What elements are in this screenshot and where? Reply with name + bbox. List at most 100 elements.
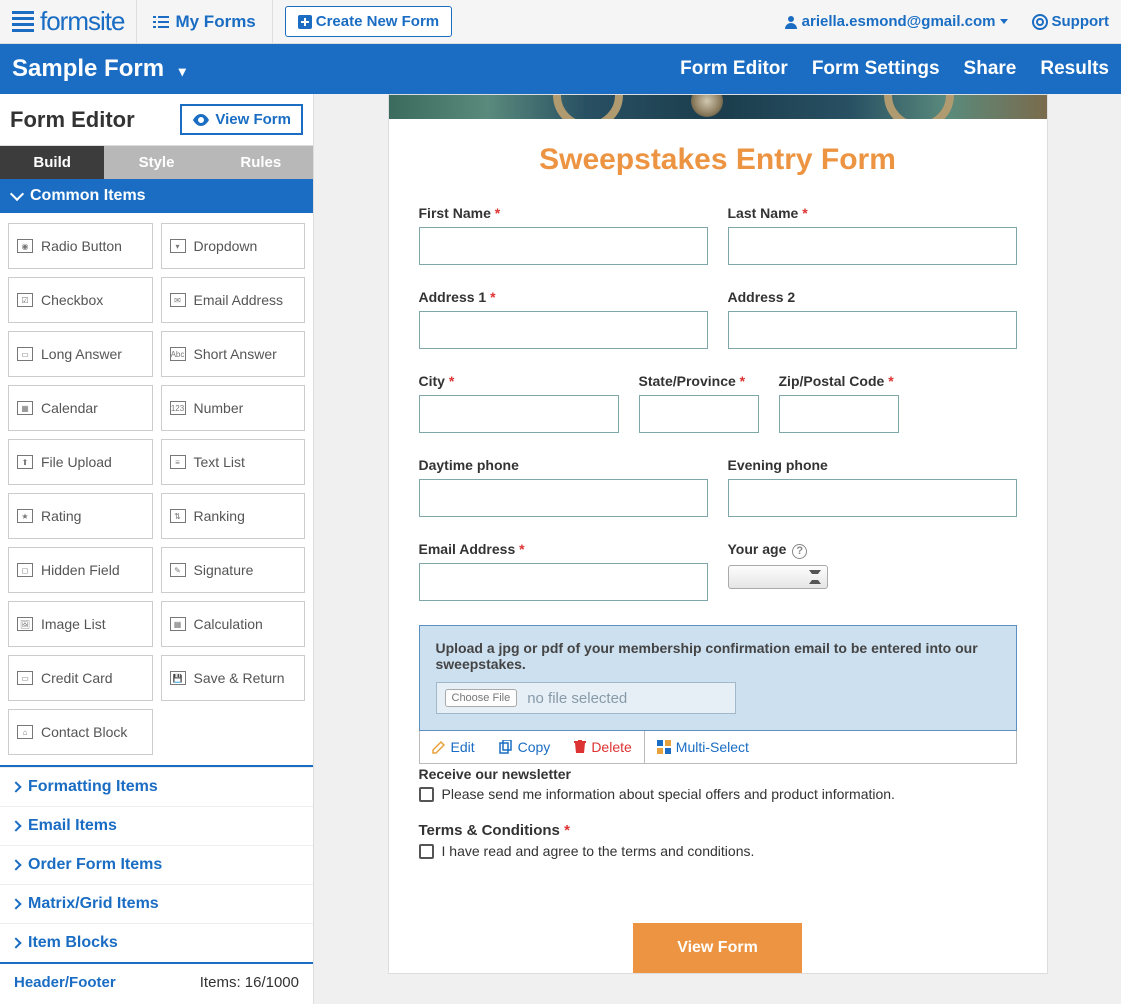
checkbox-icon[interactable] — [419, 844, 434, 859]
my-forms-label: My Forms — [175, 12, 255, 32]
field-email[interactable]: Email Address * — [419, 541, 708, 601]
field-eve-phone[interactable]: Evening phone — [728, 457, 1017, 517]
form-preview: Sweepstakes Entry Form First Name * Last… — [388, 94, 1048, 974]
palette-item-label: Dropdown — [194, 238, 258, 254]
field-age[interactable]: Your age ? — [728, 541, 1017, 601]
palette-item[interactable]: AbcShort Answer — [161, 331, 306, 377]
item-type-icon: 123 — [170, 401, 186, 415]
brand-name: formsite — [40, 6, 124, 37]
hamburger-logo-icon — [12, 11, 34, 32]
sidebar-category[interactable]: Formatting Items — [0, 767, 313, 806]
palette-item[interactable]: ★Rating — [8, 493, 153, 539]
tab-form-settings[interactable]: Form Settings — [812, 58, 940, 80]
palette-item[interactable]: ⌂Contact Block — [8, 709, 153, 755]
help-icon[interactable]: ? — [792, 544, 807, 559]
palette-item-label: Text List — [194, 454, 245, 470]
field-address2[interactable]: Address 2 — [728, 289, 1017, 349]
item-type-icon: 🖼 — [17, 617, 33, 631]
sidebar-category[interactable]: Email Items — [0, 806, 313, 845]
palette-item-label: Email Address — [194, 292, 283, 308]
item-palette: ◉Radio Button ▾ Dropdown ☑Checkbox✉Email Ad… — [0, 213, 313, 765]
item-type-icon: ≡ — [170, 455, 186, 469]
file-input[interactable]: Choose File no file selected — [436, 682, 736, 714]
first-name-input[interactable] — [419, 227, 708, 265]
palette-item-label: Calendar — [41, 400, 98, 416]
zip-input[interactable] — [779, 395, 899, 433]
category-label: Item Blocks — [28, 934, 118, 952]
view-form-submit-button[interactable]: View Form — [633, 923, 802, 973]
newsletter-checkbox-row[interactable]: Please send me information about special… — [419, 786, 1017, 802]
delete-button[interactable]: Delete — [562, 731, 644, 763]
editor-mode-tabs: Build Style Rules — [0, 146, 313, 179]
header-footer-link[interactable]: Header/Footer — [14, 974, 116, 991]
state-input[interactable] — [639, 395, 759, 433]
create-new-form-button[interactable]: Create New Form — [285, 6, 452, 37]
field-last-name[interactable]: Last Name * — [728, 205, 1017, 265]
field-day-phone[interactable]: Daytime phone — [419, 457, 708, 517]
palette-item[interactable]: ▾ Dropdown — [161, 223, 306, 269]
sidebar-category[interactable]: Item Blocks — [0, 923, 313, 962]
field-first-name[interactable]: First Name * — [419, 205, 708, 265]
tc-checkbox-row[interactable]: I have read and agree to the terms and c… — [419, 843, 1017, 859]
palette-item[interactable]: 💾Save & Return — [161, 655, 306, 701]
palette-item[interactable]: ▦Calculation — [161, 601, 306, 647]
email-input[interactable] — [419, 563, 708, 601]
tab-share[interactable]: Share — [964, 58, 1017, 80]
sidebar-title: Form Editor — [10, 107, 180, 133]
edit-button[interactable]: Edit — [420, 731, 487, 763]
chevron-right-icon — [10, 937, 21, 948]
tab-form-editor[interactable]: Form Editor — [680, 58, 788, 80]
checkbox-icon[interactable] — [419, 787, 434, 802]
top-bar: formsite My Forms Create New Form ariell… — [0, 0, 1121, 44]
item-type-icon: ✎ — [170, 563, 186, 577]
last-name-input[interactable] — [728, 227, 1017, 265]
palette-item[interactable]: ⇅Ranking — [161, 493, 306, 539]
palette-item[interactable]: ✎Signature — [161, 547, 306, 593]
section-common-items[interactable]: Common Items — [0, 179, 313, 213]
my-forms-nav[interactable]: My Forms — [136, 0, 272, 44]
field-address1[interactable]: Address 1 * — [419, 289, 708, 349]
user-menu[interactable]: ariella.esmond@gmail.com — [772, 13, 1020, 30]
palette-item-label: Hidden Field — [41, 562, 120, 578]
day-phone-input[interactable] — [419, 479, 708, 517]
tab-results[interactable]: Results — [1040, 58, 1109, 80]
caret-down-icon: ▾ — [179, 63, 186, 79]
sidebar-category[interactable]: Matrix/Grid Items — [0, 884, 313, 923]
palette-item[interactable]: ✉Email Address — [161, 277, 306, 323]
sidebar-category[interactable]: Order Form Items — [0, 845, 313, 884]
palette-item[interactable]: ◉Radio Button — [8, 223, 153, 269]
multi-select-button[interactable]: Multi-Select — [645, 731, 761, 763]
item-type-icon: ▾ — [170, 239, 186, 253]
form-name-dropdown[interactable]: Sample Form ▾ — [12, 55, 186, 83]
palette-item[interactable]: ◻Hidden Field — [8, 547, 153, 593]
palette-item[interactable]: ▦Calendar — [8, 385, 153, 431]
eve-phone-input[interactable] — [728, 479, 1017, 517]
user-email: ariella.esmond@gmail.com — [802, 13, 996, 30]
support-link[interactable]: Support — [1020, 13, 1121, 30]
field-city[interactable]: City * — [419, 373, 619, 433]
tab-build[interactable]: Build — [0, 146, 104, 179]
palette-item[interactable]: ☑Checkbox — [8, 277, 153, 323]
palette-item[interactable]: ⬆File Upload — [8, 439, 153, 485]
palette-item-label: Radio Button — [41, 238, 122, 254]
address2-input[interactable] — [728, 311, 1017, 349]
copy-button[interactable]: Copy — [487, 731, 563, 763]
palette-item[interactable]: ▭Long Answer — [8, 331, 153, 377]
palette-item[interactable]: ▭Credit Card — [8, 655, 153, 701]
tab-style[interactable]: Style — [104, 146, 208, 179]
address1-input[interactable] — [419, 311, 708, 349]
age-select[interactable] — [728, 565, 828, 589]
brand-logo[interactable]: formsite — [0, 6, 136, 37]
city-input[interactable] — [419, 395, 619, 433]
palette-item[interactable]: 🖼Image List — [8, 601, 153, 647]
tab-rules[interactable]: Rules — [209, 146, 313, 179]
upload-field-selected[interactable]: Upload a jpg or pdf of your membership c… — [419, 625, 1017, 731]
field-state[interactable]: State/Province * — [639, 373, 759, 433]
chevron-right-icon — [10, 859, 21, 870]
palette-item[interactable]: 123Number — [161, 385, 306, 431]
view-form-button[interactable]: View Form — [180, 104, 303, 135]
palette-item[interactable]: ≡ Text List — [161, 439, 306, 485]
choose-file-button[interactable]: Choose File — [445, 689, 518, 707]
field-zip[interactable]: Zip/Postal Code * — [779, 373, 899, 433]
form-banner-image — [389, 95, 1047, 119]
